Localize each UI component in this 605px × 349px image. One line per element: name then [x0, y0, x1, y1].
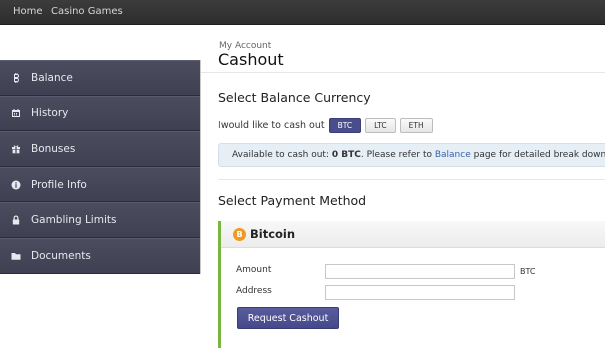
currency-button-btc[interactable]: BTC [328, 118, 362, 133]
sidebar-item-label: Bonuses [31, 142, 76, 155]
sidebar-item-label: History [31, 107, 69, 120]
notice-suffix: page for detailed break down. [470, 150, 605, 160]
divider [218, 179, 605, 180]
folder-icon [0, 251, 31, 261]
main-content: My Account Cashout Select Balance Curren… [201, 25, 605, 349]
balance-page-link[interactable]: Balance [435, 150, 471, 160]
currency-button-ltc[interactable]: LTC [365, 118, 396, 133]
sidebar: Balance History Bonuses Profile Info Gam… [0, 25, 201, 349]
sidebar-item-history[interactable]: History [0, 95, 200, 132]
nav-link-casino-games[interactable]: Casino Games [51, 6, 123, 17]
sidebar-item-label: Gambling Limits [31, 214, 117, 227]
page-title: Cashout [218, 50, 284, 69]
sidebar-item-profile-info[interactable]: Profile Info [0, 166, 200, 203]
payment-method-title: Bitcoin [250, 227, 296, 241]
divider [201, 72, 605, 73]
available-balance-notice: Available to cash out: 0 BTC. Please ref… [218, 143, 605, 167]
payment-method-header[interactable]: B Bitcoin [221, 221, 605, 248]
section-heading-payment: Select Payment Method [218, 193, 367, 208]
nav-link-home[interactable]: Home [13, 6, 43, 17]
notice-prefix: Available to cash out: [232, 150, 332, 160]
gift-icon [0, 144, 31, 154]
address-input[interactable] [325, 285, 515, 300]
bitcoin-icon [0, 72, 31, 83]
cashout-prompt: would like to cash out [220, 120, 325, 131]
account-menu: Balance History Bonuses Profile Info Gam… [0, 60, 201, 274]
currency-selector-row: I would like to cash out BTC LTC ETH [218, 118, 433, 133]
info-circle-icon [0, 180, 31, 190]
sidebar-item-gambling-limits[interactable]: Gambling Limits [0, 202, 200, 238]
sidebar-item-label: Profile Info [31, 178, 87, 191]
notice-middle: . Please refer to [360, 150, 435, 160]
address-label: Address [236, 286, 272, 296]
sidebar-item-documents[interactable]: Documents [0, 237, 200, 274]
section-heading-currency: Select Balance Currency [218, 90, 371, 105]
bitcoin-icon: B [233, 227, 246, 241]
sidebar-item-balance[interactable]: Balance [0, 60, 200, 96]
payment-method-panel: B Bitcoin Amount BTC Address Request Cas… [218, 221, 605, 348]
request-cashout-button[interactable]: Request Cashout [237, 307, 339, 329]
sidebar-item-bonuses[interactable]: Bonuses [0, 131, 200, 167]
amount-label: Amount [236, 265, 272, 275]
top-nav-bar: Home Casino Games [0, 0, 605, 25]
currency-button-eth[interactable]: ETH [399, 118, 433, 133]
lock-icon [0, 215, 31, 225]
amount-input[interactable] [325, 264, 515, 279]
available-amount: 0 BTC [331, 150, 361, 160]
amount-unit: BTC [520, 267, 536, 276]
sidebar-item-label: Balance [31, 71, 73, 84]
sidebar-item-label: Documents [31, 249, 91, 262]
calendar-icon [0, 108, 31, 118]
